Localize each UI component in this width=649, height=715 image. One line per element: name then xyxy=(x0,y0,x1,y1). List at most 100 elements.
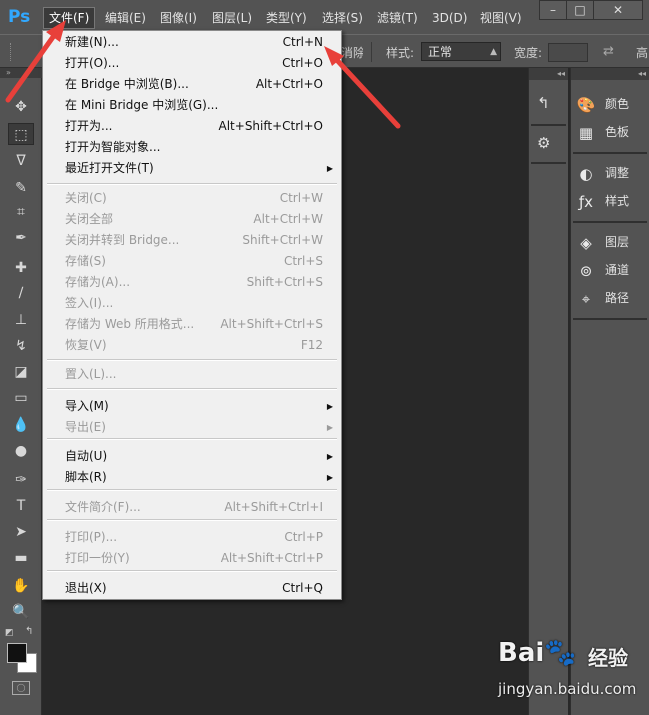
file-menu-item[interactable]: 导入(M) ▶ xyxy=(44,396,340,417)
brush-tool-icon[interactable]: ∕ xyxy=(8,282,34,304)
channels-icon: ⊚ xyxy=(579,261,593,280)
menu-file[interactable]: 文件(F) xyxy=(43,7,96,29)
panel-swatches[interactable]: ▦ 色板 xyxy=(575,120,647,144)
menu-item-label: 退出(X) xyxy=(65,581,107,595)
swap-icon[interactable]: ⇄ xyxy=(603,44,614,59)
menu-select[interactable]: 选择(S) xyxy=(317,8,368,28)
foreground-color-swatch[interactable] xyxy=(7,643,27,663)
spot-heal-tool-icon[interactable]: ✚ xyxy=(8,257,34,279)
quick-select-tool-icon[interactable]: ✎ xyxy=(8,177,34,199)
clone-stamp-tool-icon[interactable]: ⊥ xyxy=(8,309,34,331)
zoom-tool-icon[interactable]: 🔍 xyxy=(8,601,34,623)
file-menu-item[interactable]: 脚本(R) ▶ xyxy=(44,467,340,488)
gradient-tool-icon[interactable]: ▭ xyxy=(8,387,34,409)
panel-adjustments[interactable]: ◐ 调整 xyxy=(575,161,647,185)
menu-item-shortcut: Alt+Shift+Ctrl+S xyxy=(220,317,323,331)
submenu-arrow-icon: ▶ xyxy=(326,473,333,482)
menu-separator xyxy=(47,183,337,185)
eraser-tool-icon[interactable]: ◪ xyxy=(8,361,34,383)
menu-edit[interactable]: 编辑(E) xyxy=(100,8,151,28)
file-menu-item[interactable]: 打开为... Alt+Shift+Ctrl+O xyxy=(44,116,340,137)
width-input[interactable] xyxy=(548,43,588,62)
menu-filter[interactable]: 滤镜(T) xyxy=(372,8,423,28)
file-menu-item[interactable]: 打开(O)... Ctrl+O xyxy=(44,53,340,74)
file-menu-item[interactable]: 在 Mini Bridge 中浏览(G)... xyxy=(44,95,340,116)
adjustments-icon: ◐ xyxy=(579,164,593,183)
properties-icon[interactable]: ⚙ xyxy=(537,134,550,152)
panel-styles[interactable]: ƒx 样式 xyxy=(575,189,647,213)
restore-button[interactable]: □ xyxy=(566,0,594,20)
menu-item-label: 打开为... xyxy=(65,119,113,133)
file-menu-item: 签入(I)... xyxy=(44,293,340,314)
photoshop-logo: Ps xyxy=(8,7,31,27)
file-menu-item: 打印(P)... Ctrl+P xyxy=(44,527,340,548)
menu-item-label: 导出(E) xyxy=(65,420,106,434)
file-menu-item[interactable]: 退出(X) Ctrl+Q xyxy=(44,578,340,599)
menu-item-label: 导入(M) xyxy=(65,399,109,413)
default-colors-icon[interactable]: ◩ xyxy=(5,628,14,638)
eyedropper-tool-icon[interactable]: ✒ xyxy=(8,227,34,249)
file-menu-item[interactable]: 最近打开文件(T) ▶ xyxy=(44,158,340,179)
hand-tool-icon[interactable]: ✋ xyxy=(8,575,34,597)
style-select[interactable]: 正常 ▲ xyxy=(421,42,501,61)
file-menu-item: 导出(E) ▶ xyxy=(44,417,340,438)
panel-channels[interactable]: ⊚ 通道 xyxy=(575,258,647,282)
submenu-arrow-icon: ▶ xyxy=(326,164,333,173)
move-tool-icon[interactable]: ✥ xyxy=(8,96,34,118)
blur-tool-icon[interactable]: 💧 xyxy=(8,414,34,436)
minimize-button[interactable]: – xyxy=(539,0,567,20)
file-menu-item: 恢复(V) F12 xyxy=(44,335,340,356)
history-brush-tool-icon[interactable]: ↯ xyxy=(8,335,34,357)
menu-item-shortcut: Shift+Ctrl+S xyxy=(246,275,323,289)
tools-panel: » ✥ ⬚ ᐁ ✎ ⌗ ✒ ✚ ∕ ⊥ ↯ ◪ ▭ 💧 ● ✑ T ➤ ▬ ✋ … xyxy=(0,68,42,715)
menu-type[interactable]: 类型(Y) xyxy=(261,8,312,28)
close-button[interactable]: ✕ xyxy=(593,0,643,20)
anti-alias-label: 消除锯齿 xyxy=(341,46,363,60)
dodge-tool-icon[interactable]: ● xyxy=(8,440,34,462)
menu-item-label: 存储为(A)... xyxy=(65,275,131,289)
collapse-icon[interactable]: » xyxy=(0,68,42,78)
menu-item-shortcut: Alt+Shift+Ctrl+P xyxy=(220,551,323,565)
file-menu-item: 存储为(A)... Shift+Ctrl+S xyxy=(44,272,340,293)
file-menu-item: 存储为 Web 所用格式... Alt+Shift+Ctrl+S xyxy=(44,314,340,335)
menu-item-label: 自动(U) xyxy=(65,449,108,463)
dock-expand-icon[interactable]: ◂◂ xyxy=(571,68,649,80)
menu-item-label: 在 Bridge 中浏览(B)... xyxy=(65,77,189,91)
menu-item-label: 打印一份(Y) xyxy=(65,551,130,565)
photoshop-window: Ps 文件(F) 编辑(E) 图像(I) 图层(L) 类型(Y) 选择(S) 滤… xyxy=(0,0,649,715)
file-menu-item[interactable]: 在 Bridge 中浏览(B)... Alt+Ctrl+O xyxy=(44,74,340,95)
panel-paths[interactable]: ⌖ 路径 xyxy=(575,286,647,310)
lasso-tool-icon[interactable]: ᐁ xyxy=(8,150,34,172)
baidu-watermark: Bai🐾 经验 jingyan.baidu.com xyxy=(498,636,648,712)
menu-item-label: 恢复(V) xyxy=(65,338,107,352)
menu-item-label: 置入(L)... xyxy=(65,367,117,381)
panel-layers[interactable]: ◈ 图层 xyxy=(575,230,647,254)
dock-collapse-icon[interactable]: ◂◂ xyxy=(529,68,568,80)
crop-tool-icon[interactable]: ⌗ xyxy=(8,201,34,223)
swap-colors-icon[interactable]: ↰ xyxy=(25,626,33,637)
menu-item-shortcut: Alt+Shift+Ctrl+I xyxy=(224,500,323,514)
menu-item-label: 最近打开文件(T) xyxy=(65,161,154,175)
watermark-text: 经验 xyxy=(588,646,628,670)
menu-item-shortcut: Ctrl+P xyxy=(284,530,323,544)
path-select-tool-icon[interactable]: ➤ xyxy=(8,521,34,543)
pen-tool-icon[interactable]: ✑ xyxy=(8,469,34,491)
quick-mask-icon[interactable]: ◯ xyxy=(12,681,30,695)
paths-icon: ⌖ xyxy=(581,289,591,308)
menu-item-shortcut: Ctrl+N xyxy=(282,35,323,49)
rectangle-tool-icon[interactable]: ▬ xyxy=(8,547,34,569)
panel-color[interactable]: 🎨 颜色 xyxy=(575,92,647,116)
file-menu-item: 关闭全部 Alt+Ctrl+W xyxy=(44,209,340,230)
menu-image[interactable]: 图像(I) xyxy=(155,8,202,28)
panel-dock: ◂◂ 🎨 颜色 ▦ 色板 ◐ 调整 ƒx 样式 ◈ 图层 ⊚ 通道 ⌖ 路径 xyxy=(570,68,649,715)
rect-marquee-tool-icon[interactable]: ⬚ xyxy=(8,123,34,145)
history-icon[interactable]: ↰ xyxy=(537,94,550,112)
file-menu-item[interactable]: 打开为智能对象... xyxy=(44,137,340,158)
file-menu-item: 关闭(C) Ctrl+W xyxy=(44,188,340,209)
file-menu-item[interactable]: 自动(U) ▶ xyxy=(44,446,340,467)
menu-layer[interactable]: 图层(L) xyxy=(207,8,257,28)
menu-view[interactable]: 视图(V) xyxy=(475,8,527,28)
type-tool-icon[interactable]: T xyxy=(8,495,34,517)
menu-3d[interactable]: 3D(D) xyxy=(427,8,472,28)
file-menu-item[interactable]: 新建(N)... Ctrl+N xyxy=(44,32,340,53)
